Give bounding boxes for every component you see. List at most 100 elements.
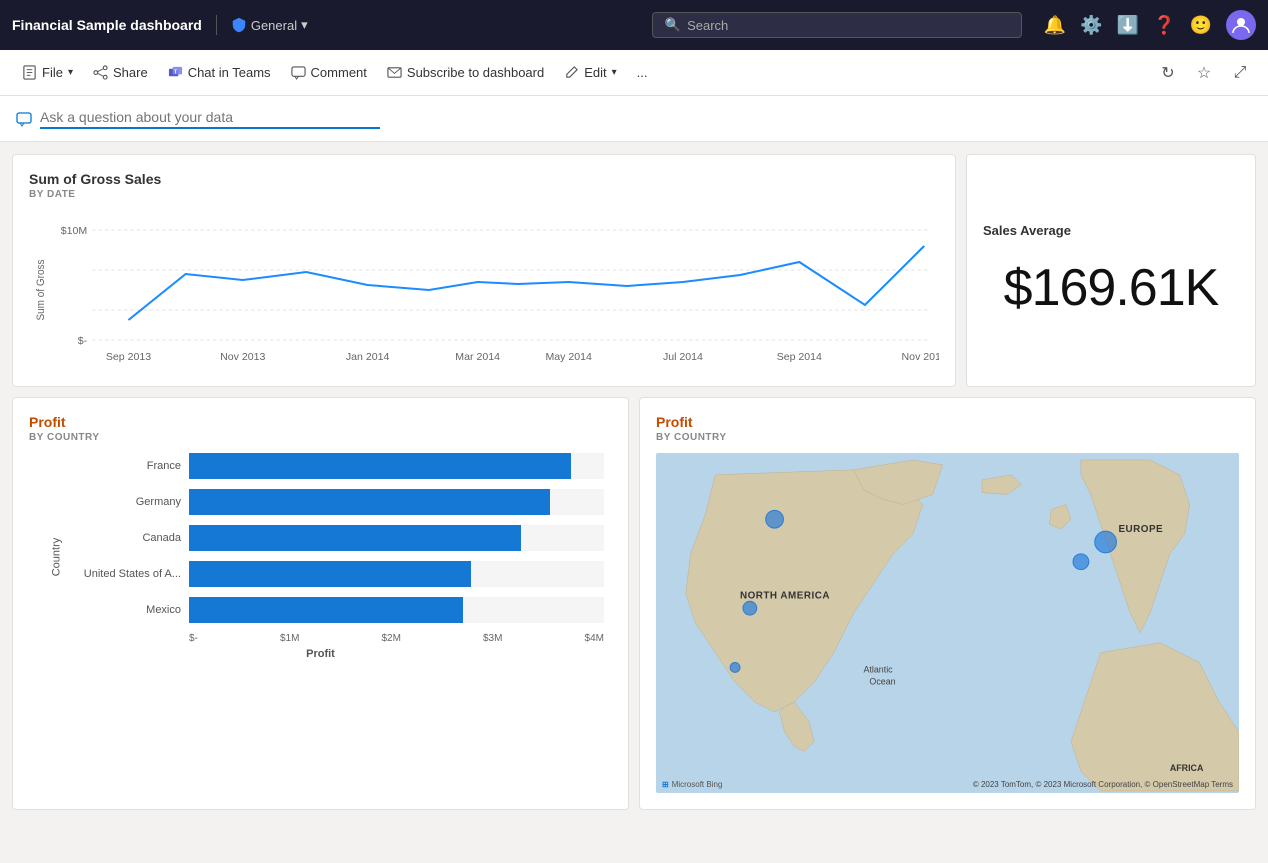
bar-track-france (189, 453, 604, 479)
bar-chart-xaxis: $- $1M $2M $3M $4M (189, 633, 604, 644)
file-chevron-icon: ▾ (68, 67, 73, 78)
avatar[interactable] (1226, 10, 1256, 40)
x-label-3: $3M (483, 633, 502, 644)
refresh-icon[interactable]: ↻ (1152, 57, 1184, 89)
search-placeholder: Search (687, 18, 728, 33)
svg-text:Sep 2013: Sep 2013 (106, 352, 152, 363)
qa-input[interactable] (40, 109, 380, 129)
share-button[interactable]: Share (83, 59, 158, 86)
profit-bar-y-label: Country (50, 537, 62, 576)
table-row: Canada (79, 525, 604, 551)
svg-text:Sep 2014: Sep 2014 (777, 352, 823, 363)
toolbar-right-icons: ↻ ☆ ⤢ (1152, 57, 1256, 89)
edit-icon (564, 65, 579, 80)
svg-text:$10M: $10M (61, 226, 87, 237)
profit-bar-card: Profit BY COUNTRY Country France Germany (12, 397, 629, 810)
share-label: Share (113, 65, 148, 80)
download-icon[interactable]: ⬇️ (1117, 15, 1139, 36)
bar-track-usa (189, 561, 604, 587)
x-label-2: $2M (381, 633, 400, 644)
help-icon[interactable]: ❓ (1153, 15, 1175, 36)
chat-label: Chat in Teams (188, 65, 271, 80)
subscribe-button[interactable]: Subscribe to dashboard (377, 59, 554, 86)
map-bing-credit: ⊞ Microsoft Bing (662, 780, 722, 789)
badge-label: General (251, 18, 297, 33)
profit-bar-chart: Country France Germany (29, 453, 612, 660)
bar-label-canada: Canada (79, 532, 189, 544)
file-menu[interactable]: File ▾ (12, 59, 83, 86)
table-row: France (79, 453, 604, 479)
subscribe-icon (387, 65, 402, 80)
edit-button[interactable]: Edit ▾ (554, 59, 626, 86)
profit-map-subtitle: BY COUNTRY (656, 432, 1239, 443)
more-options-button[interactable]: ... (627, 59, 658, 86)
workspace-badge[interactable]: General ▾ (231, 17, 308, 33)
favorite-icon[interactable]: ☆ (1188, 57, 1220, 89)
chat-teams-button[interactable]: T Chat in Teams (158, 59, 281, 86)
topbar-icons: 🔔 ⚙️ ⬇️ ❓ 🙂 (1044, 10, 1256, 40)
gross-sales-card: Sum of Gross Sales BY DATE $10M $- Sum o… (12, 154, 956, 387)
notification-icon[interactable]: 🔔 (1044, 15, 1066, 36)
profit-map: NORTH AMERICA EUROPE Atlantic Ocean AFRI… (656, 453, 1239, 793)
bar-fill-mexico (189, 597, 463, 623)
more-label: ... (637, 65, 648, 80)
gross-sales-title: Sum of Gross Sales (29, 171, 939, 187)
svg-text:Jul 2014: Jul 2014 (663, 352, 703, 363)
user-icon (1232, 16, 1250, 34)
svg-text:Nov 2014: Nov 2014 (902, 352, 939, 363)
shield-icon (231, 17, 247, 33)
bar-track-mexico (189, 597, 604, 623)
svg-text:Mar 2014: Mar 2014 (455, 352, 500, 363)
profit-map-title: Profit (656, 414, 1239, 430)
x-label-0: $- (189, 633, 198, 644)
fullscreen-icon[interactable]: ⤢ (1224, 57, 1256, 89)
toolbar: File ▾ Share T Chat in Teams Comment Sub… (0, 50, 1268, 96)
sales-avg-card: Sales Average $169.61K (966, 154, 1256, 387)
edit-label: Edit (584, 65, 606, 80)
svg-text:Nov 2013: Nov 2013 (220, 352, 266, 363)
svg-text:AFRICA: AFRICA (1170, 763, 1204, 773)
bar-label-usa: United States of A... (79, 568, 189, 580)
svg-text:$-: $- (78, 336, 87, 347)
gross-sales-subtitle: BY DATE (29, 189, 939, 200)
sales-avg-label: Sales Average (983, 223, 1071, 238)
row-1: Sum of Gross Sales BY DATE $10M $- Sum o… (12, 154, 1256, 387)
search-box[interactable]: 🔍 Search (652, 12, 1022, 38)
map-credit: © 2023 TomTom, © 2023 Microsoft Corporat… (973, 780, 1233, 789)
gross-sales-svg: $10M $- Sum of Gross Sep 2013 Nov 2013 J… (29, 210, 939, 370)
profit-bar-title: Profit (29, 414, 612, 430)
row-2: Profit BY COUNTRY Country France Germany (12, 397, 1256, 810)
svg-text:Ocean: Ocean (869, 676, 895, 686)
bar-label-mexico: Mexico (79, 604, 189, 616)
comment-button[interactable]: Comment (281, 59, 377, 86)
map-svg: NORTH AMERICA EUROPE Atlantic Ocean AFRI… (656, 453, 1239, 793)
chevron-down-icon[interactable]: ▾ (301, 17, 308, 33)
svg-text:EUROPE: EUROPE (1118, 524, 1163, 535)
teams-icon: T (168, 65, 183, 80)
svg-text:NORTH AMERICA: NORTH AMERICA (740, 590, 830, 601)
svg-text:May 2014: May 2014 (545, 352, 592, 363)
app-title: Financial Sample dashboard (12, 17, 202, 33)
bar-label-france: France (79, 460, 189, 472)
bar-fill-canada (189, 525, 521, 551)
profit-bar-subtitle: BY COUNTRY (29, 432, 612, 443)
qa-bar (0, 96, 1268, 142)
share-icon (93, 65, 108, 80)
qa-icon (16, 111, 32, 127)
topbar-divider (216, 15, 217, 35)
svg-text:Jan 2014: Jan 2014 (346, 352, 390, 363)
comment-label: Comment (311, 65, 367, 80)
x-label-4: $4M (585, 633, 604, 644)
bing-label: Microsoft Bing (672, 780, 723, 789)
bar-track-canada (189, 525, 604, 551)
table-row: United States of A... (79, 561, 604, 587)
table-row: Germany (79, 489, 604, 515)
search-icon: 🔍 (665, 17, 681, 33)
bar-fill-france (189, 453, 571, 479)
settings-icon[interactable]: ⚙️ (1080, 15, 1102, 36)
svg-text:Sum of Gross: Sum of Gross (36, 259, 47, 320)
feedback-icon[interactable]: 🙂 (1190, 15, 1212, 36)
file-icon (22, 65, 37, 80)
svg-text:T: T (173, 69, 177, 75)
sales-avg-value: $169.61K (1004, 258, 1219, 318)
